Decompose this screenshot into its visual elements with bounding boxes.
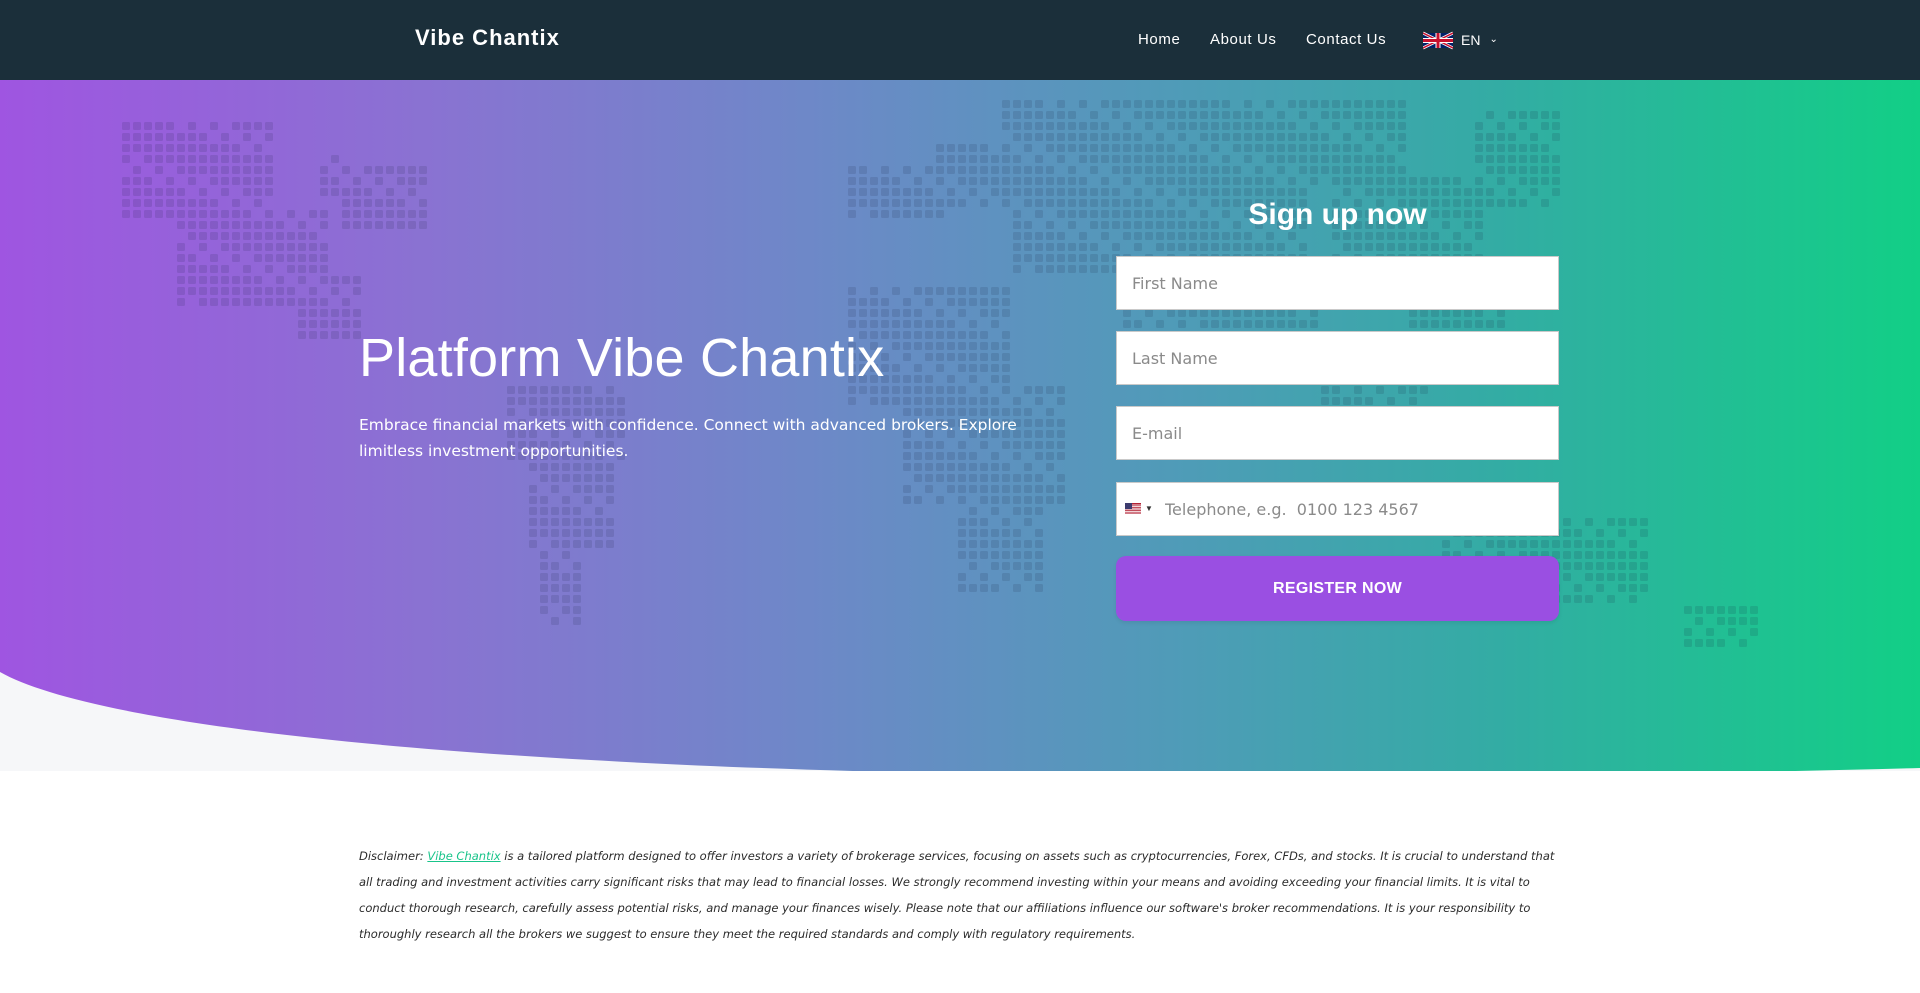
first-name-input[interactable] [1116,256,1559,310]
uk-flag-icon [1423,31,1453,49]
site-header: Vibe Chantix Home About Us Contact Us EN… [0,0,1920,80]
hero-section: Platform Vibe Chantix Embrace financial … [0,80,1920,771]
nav-home-link[interactable]: Home [1138,31,1180,48]
phone-field: ▼ [1116,482,1559,536]
phone-input[interactable] [1163,483,1558,535]
last-name-input[interactable] [1116,331,1559,385]
hero-subtitle: Embrace financial markets with confidenc… [359,416,1017,460]
language-code: EN [1461,32,1481,48]
register-button[interactable]: REGISTER NOW [1116,556,1559,621]
nav-about-link[interactable]: About Us [1210,31,1277,48]
language-selector[interactable]: EN ⌄ [1423,27,1498,53]
disclaimer-brand-link[interactable]: Vibe Chantix [427,849,500,863]
phone-country-selector[interactable]: ▼ [1125,503,1153,514]
us-flag-icon [1125,503,1141,514]
site-logo[interactable]: Vibe Chantix [415,25,560,51]
chevron-down-icon: ⌄ [1489,33,1498,45]
disclaimer-text: Disclaimer: Vibe Chantix is a tailored p… [359,843,1559,947]
disclaimer-body: is a tailored platform designed to offer… [359,849,1555,941]
disclaimer-prefix: Disclaimer: [359,849,428,863]
nav-contact-link[interactable]: Contact Us [1306,31,1386,48]
signup-title: Sign up now [1248,198,1427,231]
caret-down-icon: ▼ [1145,504,1153,513]
email-input[interactable] [1116,406,1559,460]
hero-title: Platform Vibe Chantix [359,328,885,388]
